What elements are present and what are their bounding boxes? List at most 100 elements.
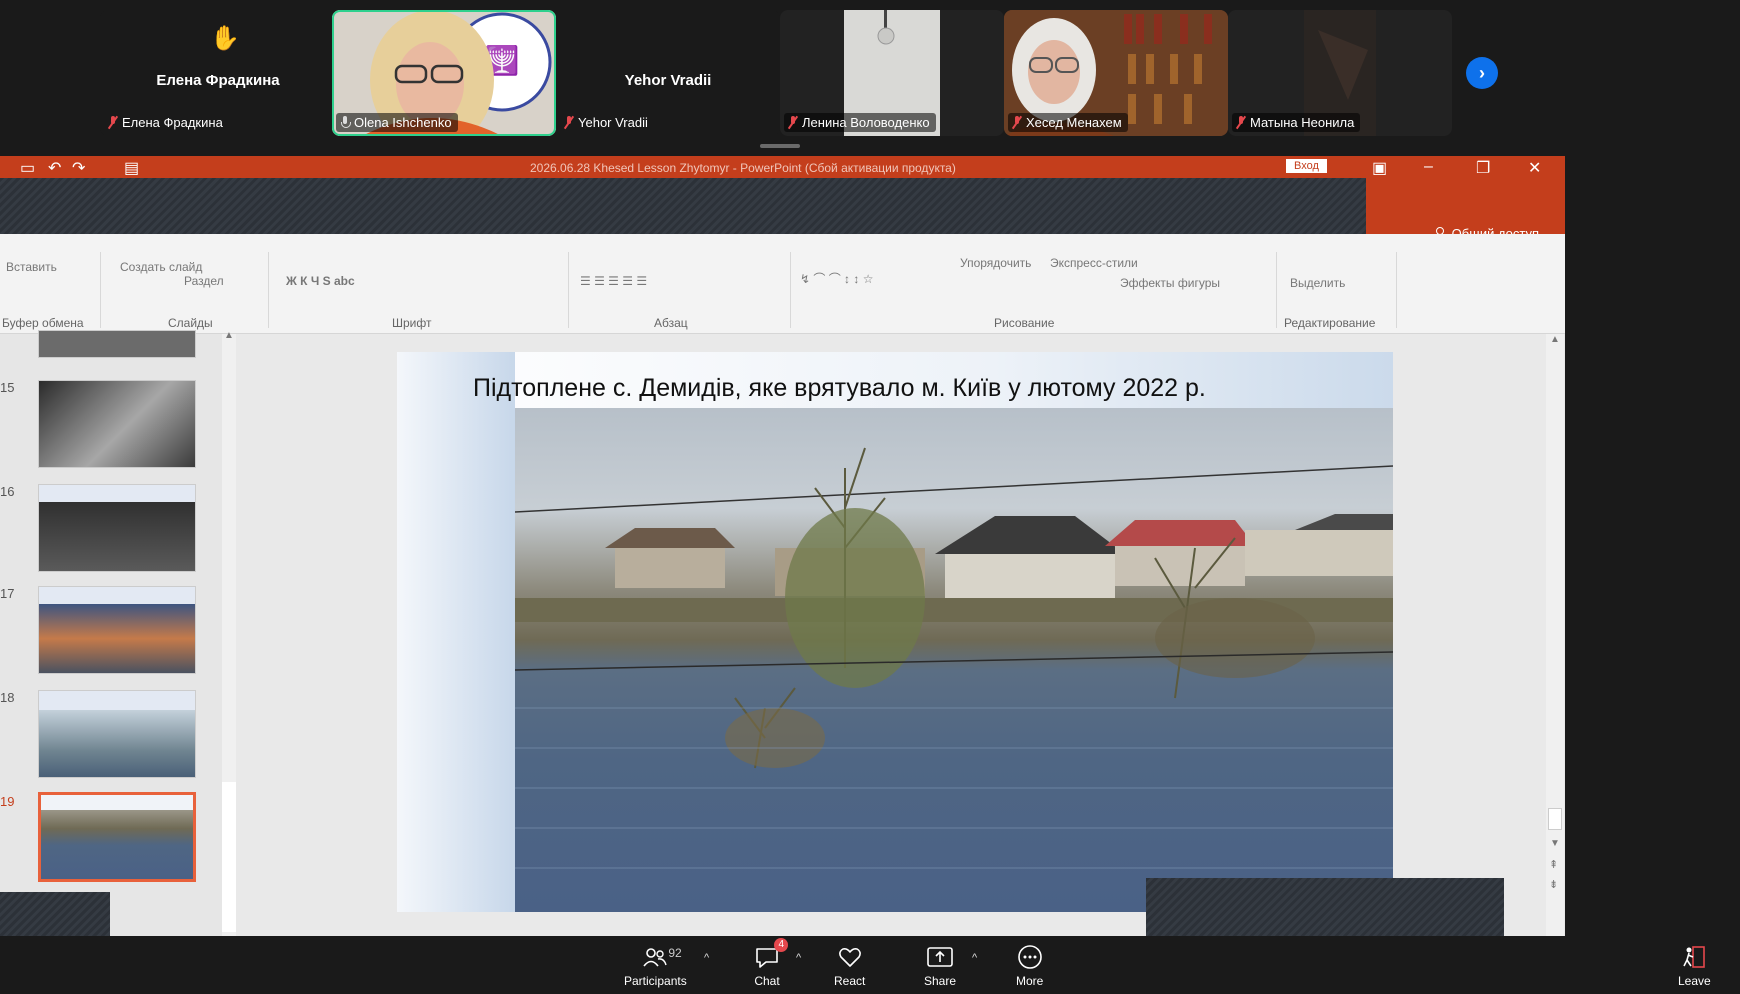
ribbon: Вставить Создать слайд Раздел Ж К Ч S ab… [0,234,1565,334]
minimize-icon[interactable]: – [1424,158,1433,176]
participants-count: 92 [668,946,682,960]
paragraph-align-buttons[interactable]: ☰ ☰ ☰ ☰ ☰ [580,274,647,288]
window-title: 2026.06.28 Khesed Lesson Zhytomyr - Powe… [530,161,956,175]
presentation-icon: ▤ [124,160,140,177]
leave-label: Leave [1678,974,1711,988]
powerpoint-title-bar: ▭ ↶ ↷ ▤ 2026.06.28 Khesed Lesson Zhytomy… [0,156,1565,178]
close-icon[interactable]: ✕ [1528,158,1541,178]
chevron-right-icon: › [1479,62,1485,83]
sign-in-button[interactable]: Вход [1286,159,1327,173]
more-icon [1017,945,1042,969]
mic-muted-icon [108,116,118,129]
flooded-village-photo [515,408,1393,912]
participant-label: Ленина Воловоденко [784,113,936,132]
react-label: React [834,974,866,988]
participant-tile[interactable]: Матына Неонила [1228,10,1452,136]
next-page-button[interactable]: › [1466,57,1498,89]
slide-canvas[interactable]: Підтоплене с. Демидів, яке врятувало м. … [397,352,1393,912]
thumbnail-scrollbar[interactable]: ▲ [222,330,236,936]
share-screen-icon [927,947,953,967]
participant-label: Хесед Менахем [1008,113,1128,132]
ribbon-display-icon[interactable]: ▣ [1372,158,1387,178]
save-icon: ▭ [20,160,36,177]
arrange-button[interactable]: Упорядочить [960,256,1031,270]
chevron-up-icon[interactable]: ^ [704,952,709,964]
participants-label: Participants [624,974,687,988]
participant-label-text: Olena Ishchenko [354,115,452,130]
participants-button[interactable]: 92 Participants [624,944,687,988]
scrollbar-thumb[interactable] [1548,808,1562,830]
maximize-icon[interactable]: ❐ [1476,158,1490,178]
slide-thumbnail[interactable] [38,484,196,572]
ribbon-separator [268,252,269,328]
participant-name: Елена Фрадкина [156,72,280,89]
chevron-up-icon[interactable]: ^ [972,952,977,964]
strip-resize-handle[interactable] [760,144,800,148]
participant-label: Матына Неонила [1232,113,1361,132]
react-button[interactable]: React [834,944,865,988]
meeting-window: ✋ Елена Фрадкина Елена Фрадкина 🕎 Olena … [0,0,1740,994]
slide-thumbnail-selected[interactable] [38,792,196,882]
slide-thumbnail[interactable] [38,330,196,358]
previous-slide-icon[interactable]: ⇞ [1549,858,1558,871]
participants-icon [643,948,668,967]
ribbon-separator [790,252,791,328]
slide-scrollbar[interactable]: ▲ ▼ ⇞ ⇟ [1546,334,1564,936]
leave-button[interactable]: Leave [1678,944,1711,988]
shapes-gallery[interactable]: ↯ ⌒ ⌒ ↕ ↕ ☆ [800,270,873,287]
paste-button[interactable]: Вставить [6,260,57,274]
slide-thumbnail[interactable] [38,690,196,778]
participant-label: Yehor Vradii [560,113,654,132]
participant-tile[interactable]: Ленина Воловоденко [780,10,1004,136]
more-button[interactable]: More [1016,944,1043,988]
slide-title: Підтоплене с. Демидів, яке врятувало м. … [473,374,1206,402]
ribbon-separator [100,252,101,328]
mic-icon [340,116,351,129]
ribbon-group-editing: Редактирование [1284,316,1376,330]
ribbon-group-slides: Слайды [168,316,213,330]
participant-tile[interactable]: ✋ Елена Фрадкина Елена Фрадкина [100,10,336,136]
slide-thumbnail[interactable] [38,380,196,468]
share-button[interactable]: Share [924,944,956,988]
ribbon-group-clipboard: Буфер обмена [2,316,84,330]
scroll-up-icon[interactable]: ▲ [224,330,234,341]
mic-muted-icon [1236,116,1246,129]
redacted-region [1146,878,1504,936]
slide-thumbnail-panel: 15 16 17 18 19 [0,330,230,936]
raised-hand-icon: ✋ [210,25,240,52]
slide-number-selected: 19 [0,794,15,809]
leave-icon [1683,946,1706,968]
ribbon-separator [1276,252,1277,328]
new-slide-button[interactable]: Создать слайд [120,260,202,274]
participant-tile-active-speaker[interactable]: 🕎 Olena Ishchenko [332,10,556,136]
quick-styles-button[interactable]: Экспресс-стили [1050,256,1138,270]
more-label: More [1016,974,1044,988]
participant-name: Yehor Vradii [624,72,712,89]
participant-tile[interactable]: Yehor Vradii Yehor Vradii [556,10,780,136]
slide-number: 16 [0,484,15,499]
shape-effects-button[interactable]: Эффекты фигуры [1120,276,1220,290]
houses [605,514,1393,608]
slide-thumbnail[interactable] [38,586,196,674]
participant-label-text: Хесед Менахем [1026,115,1122,130]
ribbon-separator [1396,252,1397,328]
scroll-up-icon[interactable]: ▲ [1550,334,1560,345]
scrollbar-thumb[interactable] [222,782,236,932]
next-slide-icon[interactable]: ⇟ [1549,878,1558,891]
chat-button[interactable]: 4 Chat [754,938,788,988]
slide-side-band [397,352,515,912]
mic-muted-icon [1012,116,1022,129]
undo-icon: ↶ [48,160,62,177]
participant-label: Olena Ishchenko [336,113,458,132]
section-button[interactable]: Раздел [184,274,224,288]
font-style-buttons[interactable]: Ж К Ч S abc [286,274,355,288]
participant-tile[interactable]: Хесед Менахем [1004,10,1228,136]
participant-label-text: Ленина Воловоденко [802,115,930,130]
ribbon-separator [568,252,569,328]
shared-screen[interactable]: ▭ ↶ ↷ ▤ 2026.06.28 Khesed Lesson Zhytomy… [0,156,1565,936]
select-button[interactable]: Выделить [1290,276,1345,290]
ribbon-group-font: Шрифт [392,316,432,330]
chevron-up-icon[interactable]: ^ [796,952,801,964]
photo-illustration [515,447,1393,869]
scroll-down-icon[interactable]: ▼ [1550,838,1560,849]
